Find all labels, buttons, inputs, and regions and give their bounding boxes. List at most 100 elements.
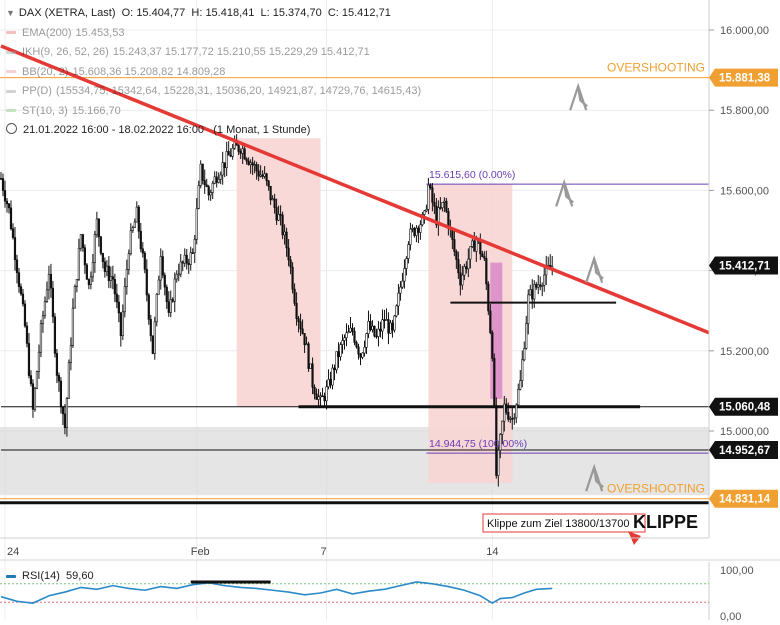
candle-body bbox=[129, 230, 132, 255]
candle-body bbox=[229, 154, 232, 157]
rsi-axis-tick-label: 0,00 bbox=[720, 611, 741, 623]
candle-body bbox=[179, 261, 182, 275]
candle-body bbox=[37, 351, 41, 372]
candle-body bbox=[297, 318, 300, 323]
candle-body bbox=[381, 319, 384, 332]
candle-body bbox=[273, 198, 276, 208]
candle-body bbox=[467, 258, 470, 270]
candle-body bbox=[375, 335, 378, 338]
candle-body bbox=[443, 200, 446, 203]
candle-body bbox=[145, 269, 148, 296]
candle-body bbox=[539, 284, 542, 287]
candle-body bbox=[527, 294, 530, 324]
candle-body bbox=[153, 321, 156, 354]
rsi-legend[interactable]: RSI(14) 59,60 bbox=[6, 570, 94, 582]
candle-body bbox=[13, 237, 17, 261]
ikh-color-swatch bbox=[6, 50, 16, 54]
candle-body bbox=[479, 240, 482, 255]
candle-body bbox=[309, 363, 312, 369]
candle-body bbox=[281, 214, 284, 236]
candle-body bbox=[211, 182, 214, 193]
candle-body bbox=[185, 254, 188, 264]
candle-body bbox=[289, 259, 292, 268]
candle-body bbox=[135, 206, 138, 223]
candle-body bbox=[227, 151, 230, 156]
title-row: ▼ DAX (XETRA, Last) O: 15.404,77 H: 15.41… bbox=[6, 4, 427, 24]
candle-body bbox=[425, 209, 428, 212]
candle-body bbox=[377, 328, 380, 337]
candle-body bbox=[457, 259, 460, 274]
candle-body bbox=[133, 221, 136, 228]
indicator-values: 15.166,70 bbox=[71, 104, 121, 117]
candle-body bbox=[299, 321, 302, 330]
indicator-values: 15.453,53 bbox=[75, 26, 125, 39]
candle-body bbox=[21, 293, 25, 305]
candle-body bbox=[47, 273, 51, 291]
candle-body bbox=[57, 375, 61, 382]
candle-body bbox=[75, 279, 78, 287]
candle-body bbox=[361, 352, 364, 358]
candle-body bbox=[433, 201, 436, 207]
candle-body bbox=[89, 276, 92, 285]
candle-body bbox=[487, 283, 490, 312]
candle-body bbox=[55, 353, 59, 376]
candle-body bbox=[327, 379, 330, 388]
candle-body bbox=[313, 386, 316, 395]
candle-body bbox=[267, 180, 270, 187]
date-range: 21.01.2022 16:00 - 18.02.2022 16:00 bbox=[23, 124, 205, 136]
indicator-row-st[interactable]: ST(10, 3) 15.166,70 bbox=[6, 102, 427, 122]
candle-body bbox=[371, 325, 374, 331]
x-axis-tick-label: 14 bbox=[486, 546, 498, 558]
candle-body bbox=[73, 286, 76, 309]
price-label-text: 15.881,38 bbox=[719, 73, 771, 85]
candle-body bbox=[213, 176, 216, 184]
candle-body bbox=[157, 279, 160, 295]
candle-body bbox=[139, 230, 142, 250]
range-row: 21.01.2022 16:00 - 18.02.2022 16:00 (1 M… bbox=[6, 121, 427, 141]
candle-body bbox=[159, 256, 162, 281]
fib-label-low: 14.944,75 (100.00%) bbox=[429, 438, 527, 450]
candle-body bbox=[193, 238, 196, 254]
candle-body bbox=[163, 274, 166, 288]
indicator-values: (15534,75, 15342,64, 15228,31, 15036,20,… bbox=[55, 85, 422, 97]
candle-body bbox=[427, 184, 430, 210]
x-axis-tick-label: Feb bbox=[191, 546, 210, 558]
indicator-values: 15.243,37 15.177,72 15.210,55 15.229,29 … bbox=[112, 46, 370, 58]
indicator-name: PP(D) bbox=[22, 85, 52, 97]
indicator-row-ikh[interactable]: IKH(9, 26, 52, 26) 15.243,37 15.177,72 15… bbox=[6, 43, 427, 63]
candle-body bbox=[105, 265, 108, 272]
candle-body bbox=[459, 272, 462, 286]
collapse-caret-icon[interactable]: ▼ bbox=[6, 4, 15, 24]
candle-body bbox=[137, 206, 140, 232]
chart-title: DAX (XETRA, Last) bbox=[18, 7, 116, 19]
candle-body bbox=[339, 344, 342, 358]
candle-body bbox=[349, 327, 352, 333]
candle-body bbox=[359, 353, 362, 358]
candle-body bbox=[365, 333, 368, 348]
candle-body bbox=[67, 362, 71, 399]
candle-body bbox=[113, 278, 116, 295]
indicator-row-pp[interactable]: PP(D) (15534,75, 15342,64, 15228,31, 1503… bbox=[6, 82, 427, 102]
candle-body bbox=[41, 315, 45, 324]
candle-body bbox=[239, 151, 242, 154]
candle-body bbox=[243, 148, 246, 160]
candle-body bbox=[19, 286, 23, 295]
candle-body bbox=[303, 333, 306, 345]
candle-body bbox=[411, 227, 414, 230]
candle-body bbox=[35, 371, 39, 389]
candle-body bbox=[149, 319, 152, 337]
candle-body bbox=[119, 312, 122, 337]
candle-body bbox=[127, 253, 130, 270]
indicator-row-bb[interactable]: BB(20, 2) 15.608,36 15.208,82 14.809,28 bbox=[6, 63, 427, 83]
candle-body bbox=[131, 227, 134, 231]
candle-body bbox=[507, 412, 510, 420]
candle-body bbox=[141, 248, 144, 254]
candle-body bbox=[405, 258, 408, 269]
candle-body bbox=[389, 322, 392, 334]
candle-body bbox=[295, 302, 298, 319]
candle-body bbox=[63, 413, 67, 428]
candle-body bbox=[341, 340, 344, 345]
indicator-row-ema[interactable]: EMA(200) 15.453,53 bbox=[6, 24, 427, 44]
candle-body bbox=[247, 160, 250, 165]
candle-body bbox=[109, 276, 112, 282]
